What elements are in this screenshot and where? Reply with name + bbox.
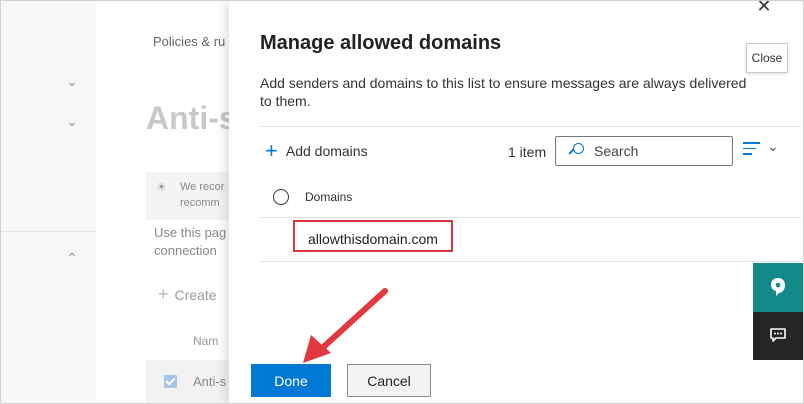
close-icon[interactable]: ✕ xyxy=(753,1,775,17)
add-domains-label: Add domains xyxy=(285,143,368,159)
help-tab[interactable] xyxy=(753,263,803,312)
chevron-down-icon[interactable]: ⌄ xyxy=(65,74,79,88)
info-banner: ☀ We recor recomm xyxy=(146,172,231,220)
column-header-domains: Domains xyxy=(305,190,353,204)
filter-button[interactable]: ⌄ xyxy=(743,138,783,159)
divider xyxy=(260,261,801,262)
screenshot-frame: ⌄ ⌄ ⌃ Policies & ru Anti-s ☀ We recor re… xyxy=(0,0,804,404)
close-tooltip: Close xyxy=(746,43,788,73)
page-description-line1: Use this pag xyxy=(154,225,227,240)
select-all-radio[interactable] xyxy=(273,189,289,205)
feedback-tab[interactable] xyxy=(753,312,803,360)
page-title: Anti-s xyxy=(146,100,231,136)
divider xyxy=(260,126,801,127)
panel-description: Add senders and domains to this list to … xyxy=(260,75,747,109)
background-page: Policies & ru Anti-s ☀ We recor recomm U… xyxy=(96,1,231,403)
panel-title: Manage allowed domains xyxy=(260,32,502,54)
chevron-down-icon: ⌄ xyxy=(767,138,779,154)
breadcrumb[interactable]: Policies & ru xyxy=(153,34,225,49)
add-domains-button[interactable]: + Add domains xyxy=(265,138,368,163)
plus-icon: + xyxy=(265,138,278,163)
chevron-down-icon[interactable]: ⌄ xyxy=(65,114,79,128)
column-header-name[interactable]: Nam xyxy=(193,334,218,348)
info-text-line1: We recor xyxy=(180,181,225,193)
done-button[interactable]: Done xyxy=(251,364,331,397)
search-box[interactable] xyxy=(555,136,733,166)
lightbulb-icon: ☀ xyxy=(156,180,167,194)
create-label: Create xyxy=(174,287,217,303)
create-button[interactable]: + Create xyxy=(158,284,217,305)
row-checkbox[interactable] xyxy=(164,375,177,388)
left-nav: ⌄ ⌄ ⌃ xyxy=(1,1,96,403)
cancel-button[interactable]: Cancel xyxy=(347,364,431,397)
divider xyxy=(260,217,801,218)
domain-list-item[interactable]: allowthisdomain.com xyxy=(308,231,438,247)
filter-icon xyxy=(743,142,760,159)
help-icon xyxy=(771,278,785,296)
info-text-line2: recomm xyxy=(180,197,220,209)
manage-domains-panel: ✕ Close Manage allowed domains Add sende… xyxy=(229,1,803,403)
domains-column-header: Domains xyxy=(273,187,352,207)
nav-divider xyxy=(1,231,96,232)
search-icon xyxy=(568,142,586,160)
chat-icon xyxy=(770,328,786,342)
chevron-up-icon[interactable]: ⌃ xyxy=(65,251,79,265)
item-count: 1 item xyxy=(508,144,547,160)
plus-icon: + xyxy=(158,284,169,304)
page-description-line2: connection xyxy=(154,243,217,258)
row-label: Anti-s xyxy=(193,374,227,389)
search-input[interactable] xyxy=(592,142,716,160)
table-row[interactable]: Anti-s xyxy=(146,360,231,403)
